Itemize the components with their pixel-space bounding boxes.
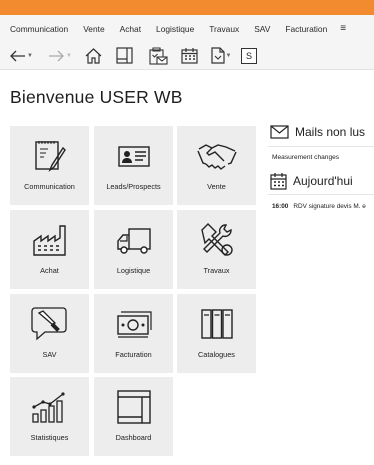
mail-icon	[270, 125, 289, 139]
tile-label: Achat	[40, 266, 59, 275]
tools-icon	[200, 223, 233, 256]
calendar-button[interactable]	[180, 42, 198, 69]
tile-leads-prospects[interactable]: Leads/Prospects	[94, 126, 173, 205]
id-card-icon	[117, 146, 150, 167]
banknotes-icon	[116, 311, 152, 338]
layout-button[interactable]	[115, 42, 133, 69]
tile-communication[interactable]: Communication	[10, 126, 89, 205]
menu-travaux[interactable]: Travaux	[209, 24, 239, 34]
divider	[268, 194, 374, 195]
tile-dashboard[interactable]: Dashboard	[94, 377, 173, 456]
tile-label: Leads/Prospects	[106, 182, 161, 191]
event-text: RDV signature devis M. e	[293, 203, 366, 210]
tile-travaux[interactable]: Travaux	[177, 210, 256, 289]
calendar-icon	[270, 173, 287, 190]
dashboard-icon	[116, 390, 151, 424]
window-layout-icon	[115, 47, 133, 64]
divider	[268, 146, 374, 147]
tile-vente[interactable]: Vente	[177, 126, 256, 205]
toolbar: ▼ ▼ ▼ S	[0, 42, 374, 70]
calendar-icon	[180, 48, 198, 64]
mail-item[interactable]: Measurement changes	[272, 154, 339, 161]
tile-achat[interactable]: Achat	[10, 210, 89, 289]
menu-communication[interactable]: Communication	[10, 24, 68, 34]
arrow-right-icon	[49, 50, 64, 61]
tile-label: Catalogues	[198, 350, 235, 359]
document-icon	[210, 47, 225, 64]
tile-sav[interactable]: SAV	[10, 294, 89, 373]
hamburger-icon[interactable]: ≡	[340, 23, 346, 34]
document-button[interactable]: ▼	[208, 42, 234, 69]
today-title: Aujourd'hui	[293, 174, 353, 188]
top-accent-bar	[0, 0, 374, 15]
event-item[interactable]: 16:00 RDV signature devis M. e	[272, 203, 366, 210]
menu-logistique[interactable]: Logistique	[156, 24, 194, 34]
forward-button[interactable]: ▼	[47, 42, 73, 69]
checklist-mail-icon	[148, 46, 168, 65]
menu-vente[interactable]: Vente	[83, 24, 104, 34]
tile-facturation[interactable]: Facturation	[94, 294, 173, 373]
back-button[interactable]: ▼	[8, 42, 34, 69]
arrow-left-icon	[10, 50, 26, 61]
tile-label: SAV	[42, 350, 57, 359]
tasks-button[interactable]	[148, 42, 168, 69]
handshake-icon	[196, 144, 237, 170]
tile-label: Dashboard	[115, 433, 152, 442]
screwdriver-icon	[30, 307, 67, 341]
home-button[interactable]	[84, 42, 102, 69]
truck-icon	[116, 228, 151, 254]
menu-sav[interactable]: SAV	[254, 24, 270, 34]
tile-label: Logistique	[116, 266, 151, 275]
today-header: Aujourd'hui	[270, 172, 353, 190]
tile-label: Travaux	[203, 266, 230, 275]
unread-mails-title: Mails non lus	[295, 125, 366, 139]
notepad-pen-icon	[34, 141, 66, 173]
s-button[interactable]: S	[240, 42, 258, 69]
tile-statistiques[interactable]: Statistiques	[10, 377, 89, 456]
menu-achat[interactable]: Achat	[120, 24, 141, 34]
tile-catalogues[interactable]: Catalogues	[177, 294, 256, 373]
binders-icon	[200, 309, 233, 339]
tile-label: Facturation	[115, 350, 152, 359]
s-button-label: S	[241, 47, 257, 64]
main-menu: Communication Vente Achat Logistique Tra…	[0, 15, 374, 42]
bar-chart-icon	[31, 392, 65, 423]
factory-icon	[32, 225, 66, 256]
tile-label: Statistiques	[30, 433, 69, 442]
home-icon	[85, 47, 101, 64]
tile-label: Communication	[24, 182, 75, 191]
tile-logistique[interactable]: Logistique	[94, 210, 173, 289]
tile-label: Vente	[207, 182, 226, 191]
event-time: 16:00	[272, 203, 289, 210]
page-title: Bienvenue USER WB	[10, 87, 183, 107]
unread-mails-header[interactable]: Mails non lus	[270, 125, 365, 139]
menu-facturation[interactable]: Facturation	[285, 24, 327, 34]
